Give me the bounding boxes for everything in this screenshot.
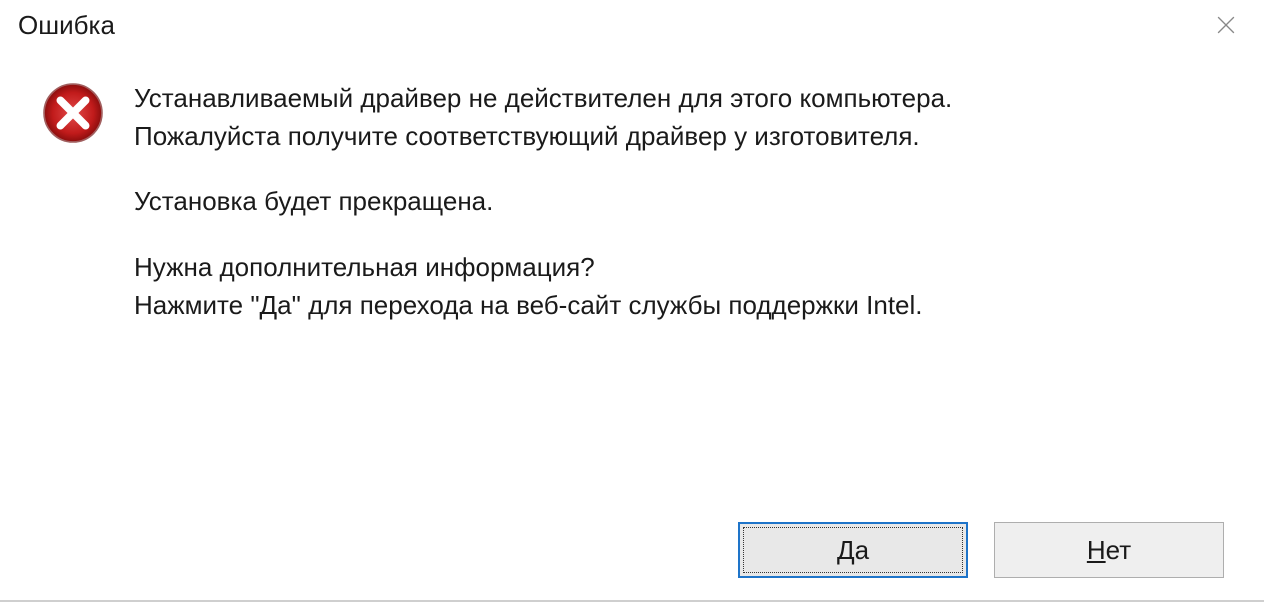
dialog-title: Ошибка xyxy=(18,10,115,41)
yes-button[interactable]: Да xyxy=(738,522,968,578)
no-mnemonic: Н xyxy=(1087,535,1106,566)
yes-mnemonic: Д xyxy=(837,535,855,566)
error-icon xyxy=(42,82,104,144)
close-icon xyxy=(1217,16,1235,34)
titlebar: Ошибка xyxy=(0,0,1264,50)
no-button[interactable]: Нет xyxy=(994,522,1224,578)
close-button[interactable] xyxy=(1206,10,1246,40)
dialog-content: Устанавливаемый драйвер не действителен … xyxy=(0,50,1264,324)
icon-column xyxy=(42,80,104,149)
button-row: Да Нет xyxy=(738,522,1224,578)
message-line-4: Нужна дополнительная информация? xyxy=(134,249,1234,287)
message-column: Устанавливаемый драйвер не действителен … xyxy=(134,80,1234,324)
message-line-5: Нажмите "Да" для перехода на веб-сайт сл… xyxy=(134,287,1234,325)
yes-rest: а xyxy=(855,535,869,566)
message-line-2: Пожалуйста получите соответствующий драй… xyxy=(134,118,1234,156)
message-line-3: Установка будет прекращена. xyxy=(134,183,1234,221)
no-rest: ет xyxy=(1106,535,1132,566)
message-line-1: Устанавливаемый драйвер не действителен … xyxy=(134,80,1234,118)
